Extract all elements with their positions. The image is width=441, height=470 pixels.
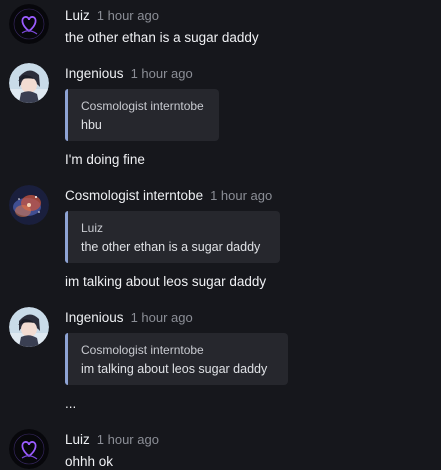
message: Luiz 1 hour ago the other ethan is a suga… — [0, 0, 441, 50]
author-name[interactable]: Ingenious — [65, 310, 124, 325]
purple-heart-icon — [9, 4, 49, 44]
timestamp: 1 hour ago — [130, 310, 193, 325]
message-header: Cosmologist interntobe 1 hour ago — [65, 187, 272, 203]
timestamp: 1 hour ago — [96, 8, 159, 23]
author-name[interactable]: Ingenious — [65, 66, 124, 81]
quoted-text: hbu — [81, 118, 102, 132]
timestamp: 1 hour ago — [130, 66, 193, 81]
message: Cosmologist interntobe 1 hour ago Luiz th… — [0, 180, 441, 298]
message-header: Ingenious 1 hour ago — [65, 65, 193, 81]
author-name[interactable]: Luiz — [65, 8, 90, 23]
message-text: ... — [65, 396, 77, 411]
avatar[interactable] — [9, 429, 49, 469]
anime-character-avatar — [9, 63, 49, 103]
reply-quote[interactable]: Cosmologist interntobe im talking about … — [65, 333, 288, 385]
timestamp: 1 hour ago — [96, 432, 159, 447]
message: Luiz 1 hour ago ohhh ok — [0, 424, 441, 470]
avatar[interactable] — [9, 4, 49, 44]
message-text: im talking about leos sugar daddy — [65, 274, 267, 289]
message-text: I'm doing fine — [65, 152, 145, 167]
quoted-author: Luiz — [81, 221, 104, 235]
avatar[interactable] — [9, 307, 49, 347]
avatar[interactable] — [9, 63, 49, 103]
avatar[interactable] — [9, 185, 49, 225]
quoted-author: Cosmologist interntobe — [81, 343, 204, 357]
message: Ingenious 1 hour ago Cosmologist internto… — [0, 58, 441, 176]
anime-character-avatar — [9, 307, 49, 347]
message-header: Luiz 1 hour ago — [65, 431, 159, 447]
message: Ingenious 1 hour ago Cosmologist internto… — [0, 302, 441, 420]
reply-quote[interactable]: Cosmologist interntobe hbu — [65, 89, 219, 141]
quoted-author: Cosmologist interntobe — [81, 99, 204, 113]
quoted-text: the other ethan is a sugar daddy — [81, 240, 261, 254]
message-header: Luiz 1 hour ago — [65, 7, 159, 23]
message-text: the other ethan is a sugar daddy — [65, 30, 259, 45]
message-feed: Luiz 1 hour ago the other ethan is a suga… — [0, 0, 441, 470]
nebula-avatar — [9, 185, 49, 225]
author-name[interactable]: Luiz — [65, 432, 90, 447]
author-name[interactable]: Cosmologist interntobe — [65, 188, 203, 203]
reply-quote[interactable]: Luiz the other ethan is a sugar daddy — [65, 211, 280, 263]
purple-heart-icon — [9, 429, 49, 469]
message-text: ohhh ok — [65, 454, 114, 469]
message-header: Ingenious 1 hour ago — [65, 309, 193, 325]
quoted-text: im talking about leos sugar daddy — [81, 362, 268, 376]
timestamp: 1 hour ago — [210, 188, 273, 203]
